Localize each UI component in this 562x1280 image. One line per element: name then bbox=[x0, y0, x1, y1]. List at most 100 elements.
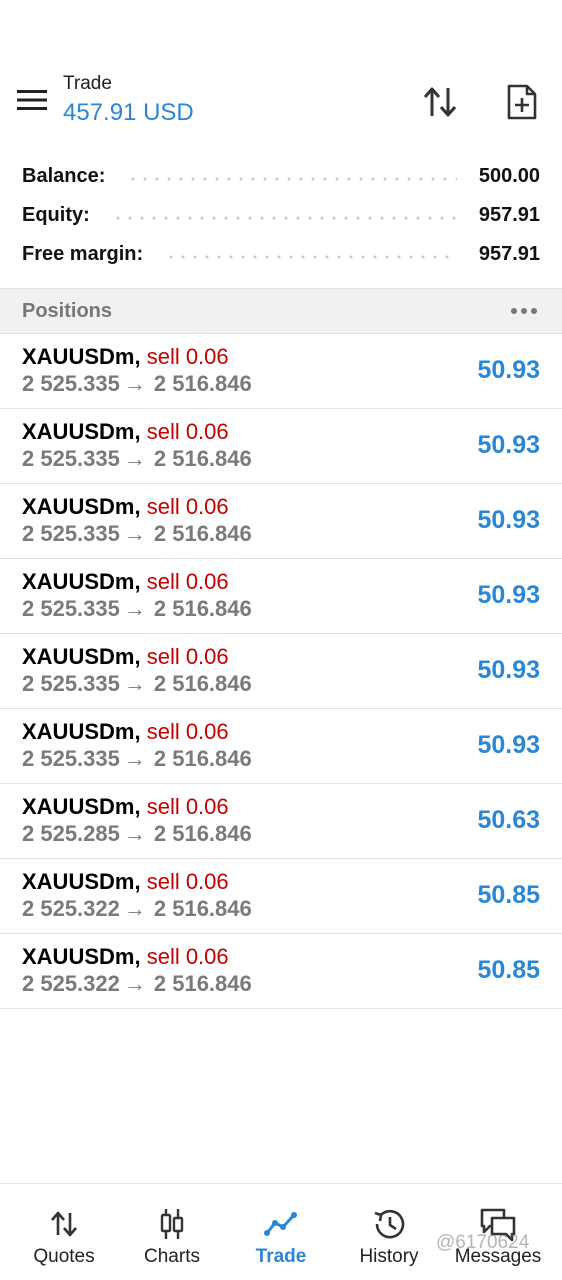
position-prices: 2 525.335 → 2 516.846 bbox=[22, 596, 252, 622]
position-row[interactable]: XAUUSDm, sell 0.06 2 525.335 → 2 516.846 5… bbox=[0, 334, 562, 409]
arrow-right-icon: → bbox=[123, 371, 146, 396]
position-row[interactable]: XAUUSDm, sell 0.06 2 525.335 → 2 516.846 5… bbox=[0, 634, 562, 709]
arrow-right-icon: → bbox=[123, 446, 146, 471]
open-price: 2 525.335 bbox=[22, 671, 120, 696]
position-symbol: XAUUSDm, bbox=[22, 644, 141, 669]
arrow-right-icon: → bbox=[123, 746, 146, 771]
dotted-leader bbox=[111, 215, 457, 220]
position-symbol: XAUUSDm, bbox=[22, 419, 141, 444]
nav-label: Trade bbox=[255, 1246, 307, 1267]
position-row[interactable]: XAUUSDm, sell 0.06 2 525.335 → 2 516.846 5… bbox=[0, 484, 562, 559]
position-title: XAUUSDm, sell 0.06 bbox=[22, 719, 229, 745]
current-price: 2 516.846 bbox=[153, 971, 252, 996]
hamburger-icon bbox=[17, 90, 47, 110]
trade-icon bbox=[264, 1212, 297, 1236]
arrow-right-icon: → bbox=[123, 671, 146, 696]
current-price: 2 516.846 bbox=[153, 746, 252, 771]
position-side-volume: sell 0.06 bbox=[146, 344, 229, 369]
nav-history[interactable]: History bbox=[334, 1184, 444, 1280]
position-symbol: XAUUSDm, bbox=[22, 794, 141, 819]
equity-row: Equity: 957.91 bbox=[0, 196, 562, 235]
position-side-volume: sell 0.06 bbox=[146, 719, 229, 744]
account-balance-summary: Balance: 500.00 Equity: 957.91 Free marg… bbox=[0, 157, 562, 274]
position-side-volume: sell 0.06 bbox=[146, 494, 229, 519]
open-price: 2 525.335 bbox=[22, 371, 120, 396]
position-symbol: XAUUSDm, bbox=[22, 344, 141, 369]
position-prices: 2 525.335 → 2 516.846 bbox=[22, 671, 252, 697]
position-prices: 2 525.335 → 2 516.846 bbox=[22, 446, 252, 472]
position-title: XAUUSDm, sell 0.06 bbox=[22, 644, 229, 670]
position-profit: 50.93 bbox=[477, 731, 540, 759]
dot bbox=[511, 308, 517, 314]
new-document-icon bbox=[507, 84, 537, 120]
position-title: XAUUSDm, sell 0.06 bbox=[22, 344, 229, 370]
positions-list: XAUUSDm, sell 0.06 2 525.335 → 2 516.846 5… bbox=[0, 334, 562, 1009]
position-row[interactable]: XAUUSDm, sell 0.06 2 525.285 → 2 516.846 5… bbox=[0, 784, 562, 859]
position-row[interactable]: XAUUSDm, sell 0.06 2 525.335 → 2 516.846 5… bbox=[0, 409, 562, 484]
page-title: Trade bbox=[63, 73, 112, 94]
nav-label: History bbox=[359, 1246, 419, 1267]
position-prices: 2 525.285 → 2 516.846 bbox=[22, 821, 252, 847]
position-row[interactable]: XAUUSDm, sell 0.06 2 525.335 → 2 516.846 5… bbox=[0, 559, 562, 634]
position-side-volume: sell 0.06 bbox=[146, 644, 229, 669]
nav-messages[interactable]: Messages bbox=[443, 1184, 553, 1280]
open-price: 2 525.335 bbox=[22, 446, 120, 471]
position-symbol: XAUUSDm, bbox=[22, 569, 141, 594]
nav-quotes[interactable]: Quotes bbox=[9, 1184, 119, 1280]
position-title: XAUUSDm, sell 0.06 bbox=[22, 794, 229, 820]
arrow-right-icon: → bbox=[123, 896, 146, 921]
equity-label: Equity: bbox=[22, 204, 90, 226]
position-profit: 50.93 bbox=[477, 581, 540, 609]
position-prices: 2 525.335 → 2 516.846 bbox=[22, 746, 252, 772]
position-side-volume: sell 0.06 bbox=[146, 869, 229, 894]
quotes-icon bbox=[51, 1211, 77, 1237]
open-price: 2 525.322 bbox=[22, 896, 120, 921]
balance-value: 500.00 bbox=[478, 165, 540, 187]
position-prices: 2 525.335 → 2 516.846 bbox=[22, 371, 252, 397]
nav-label: Quotes bbox=[33, 1246, 95, 1267]
arrow-right-icon: → bbox=[123, 521, 146, 546]
account-summary: Trade 457.91 USD bbox=[63, 72, 194, 128]
position-symbol: XAUUSDm, bbox=[22, 944, 141, 969]
nav-charts[interactable]: Charts bbox=[117, 1184, 227, 1280]
sort-button[interactable] bbox=[418, 80, 462, 124]
bottom-navigation: Quotes Charts Trade History Messages bbox=[0, 1183, 562, 1280]
current-price: 2 516.846 bbox=[153, 521, 252, 546]
position-title: XAUUSDm, sell 0.06 bbox=[22, 944, 229, 970]
position-prices: 2 525.335 → 2 516.846 bbox=[22, 521, 252, 547]
position-side-volume: sell 0.06 bbox=[146, 944, 229, 969]
position-side-volume: sell 0.06 bbox=[146, 419, 229, 444]
position-profit: 50.93 bbox=[477, 431, 540, 459]
position-prices: 2 525.322 → 2 516.846 bbox=[22, 971, 252, 997]
position-profit: 50.63 bbox=[477, 806, 540, 834]
position-prices: 2 525.322 → 2 516.846 bbox=[22, 896, 252, 922]
free-margin-label: Free margin: bbox=[22, 243, 144, 265]
position-row[interactable]: XAUUSDm, sell 0.06 2 525.322 → 2 516.846 5… bbox=[0, 859, 562, 934]
position-row[interactable]: XAUUSDm, sell 0.06 2 525.335 → 2 516.846 5… bbox=[0, 709, 562, 784]
position-row[interactable]: XAUUSDm, sell 0.06 2 525.322 → 2 516.846 5… bbox=[0, 934, 562, 1009]
position-profit: 50.85 bbox=[477, 956, 540, 984]
arrow-right-icon: → bbox=[123, 821, 146, 846]
top-bar: Trade 457.91 USD bbox=[0, 60, 562, 140]
nav-icon-slot bbox=[334, 1208, 444, 1240]
current-price: 2 516.846 bbox=[153, 371, 252, 396]
nav-icon-slot bbox=[443, 1208, 553, 1241]
open-price: 2 525.322 bbox=[22, 971, 120, 996]
position-symbol: XAUUSDm, bbox=[22, 494, 141, 519]
dotted-leader bbox=[127, 176, 457, 181]
nav-trade[interactable]: Trade bbox=[226, 1184, 336, 1280]
position-symbol: XAUUSDm, bbox=[22, 719, 141, 744]
balance-row: Balance: 500.00 bbox=[0, 157, 562, 196]
charts-icon bbox=[160, 1209, 184, 1239]
profit-total: 457.91 USD bbox=[63, 99, 194, 126]
menu-button[interactable] bbox=[12, 80, 52, 120]
arrow-right-icon: → bbox=[123, 596, 146, 621]
position-side-volume: sell 0.06 bbox=[146, 794, 229, 819]
position-title: XAUUSDm, sell 0.06 bbox=[22, 869, 229, 895]
nav-label: Charts bbox=[144, 1246, 200, 1267]
new-order-button[interactable] bbox=[500, 80, 544, 124]
position-title: XAUUSDm, sell 0.06 bbox=[22, 569, 229, 595]
nav-icon-slot bbox=[226, 1208, 336, 1240]
more-options-icon[interactable] bbox=[506, 299, 542, 323]
nav-label: Messages bbox=[454, 1246, 542, 1267]
